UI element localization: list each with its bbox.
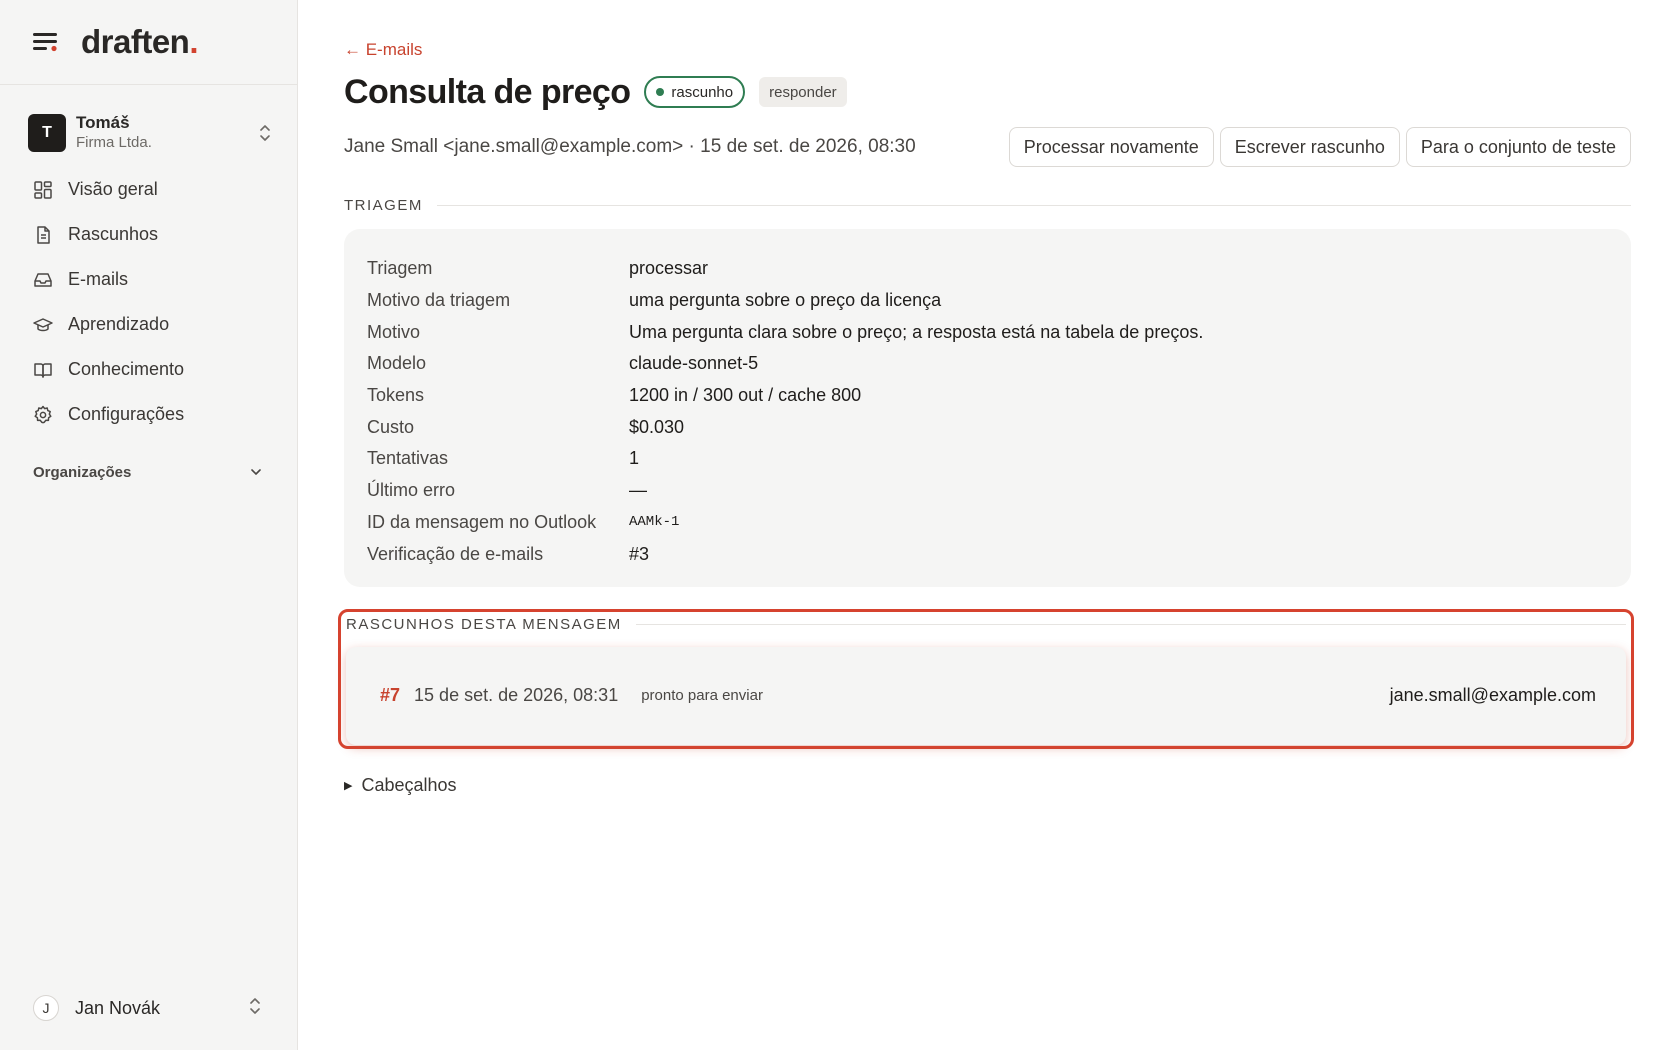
brand-logo[interactable]: draften. xyxy=(81,23,198,61)
triage-key: Custo xyxy=(367,416,415,437)
sender-meta: Jane Small <jane.small@example.com> · 15… xyxy=(344,136,916,157)
avatar: J xyxy=(33,995,59,1021)
triage-value: #3 xyxy=(629,543,650,564)
triage-section-title: TRIAGEM xyxy=(344,195,1631,215)
sidebar: draften. T Tomáš Firma Ltda. Visão geral xyxy=(0,0,298,1050)
sidebar-item-label: Aprendizado xyxy=(68,314,170,334)
sidebar-item-aprendizado[interactable]: Aprendizado xyxy=(0,302,297,347)
triage-row: Último erro — xyxy=(367,475,1608,507)
triangle-right-icon: ▶ xyxy=(344,779,353,792)
draft-row[interactable]: #7 15 de set. de 2026, 08:31 pronto para… xyxy=(346,646,1626,745)
headers-toggle[interactable]: ▶ Cabeçalhos xyxy=(344,775,1680,796)
drafts-section-label: RASCUNHOS DESTA MENSAGEM xyxy=(346,616,622,634)
draft-id-link[interactable]: #7 xyxy=(380,685,400,706)
triage-value: processar xyxy=(629,258,709,279)
triage-value: uma pergunta sobre o preço da licença xyxy=(629,290,942,311)
gear-icon xyxy=(34,405,52,423)
sidebar-item-label: E-mails xyxy=(68,269,129,289)
main-content: ← E-mails Consulta de preço rascunho res… xyxy=(298,0,1680,1050)
triage-key: ID da mensagem no Outlook xyxy=(367,511,597,532)
status-dot-icon xyxy=(656,88,665,96)
reprocess-button[interactable]: Processar novamente xyxy=(1008,127,1214,167)
org-switcher[interactable]: T Tomáš Firma Ltda. xyxy=(28,109,273,157)
sidebar-item-configuracoes[interactable]: Configurações xyxy=(0,392,297,437)
triage-key: Motivo da triagem xyxy=(367,290,511,311)
sidebar-item-visao-geral[interactable]: Visão geral xyxy=(0,167,297,212)
triage-row: ID da mensagem no Outlook AAMk-1 xyxy=(367,507,1608,539)
triage-section-label: TRIAGEM xyxy=(344,196,423,214)
triage-key: Motivo xyxy=(367,321,421,342)
organizations-label: Organizações xyxy=(33,463,132,481)
chevron-up-down-icon xyxy=(247,996,263,1021)
user-switcher[interactable]: J Jan Novák xyxy=(33,990,263,1026)
triage-card: Triagem processar Motivo da triagem uma pe… xyxy=(344,229,1631,587)
triage-value: 1200 in / 300 out / cache 800 xyxy=(629,385,862,406)
drafts-section: RASCUNHOS DESTA MENSAGEM #7 15 de set. d… xyxy=(338,608,1634,749)
test-set-button[interactable]: Para o conjunto de teste xyxy=(1405,127,1631,167)
user-name: Jan Novák xyxy=(75,997,161,1018)
drafts-section-title: RASCUNHOS DESTA MENSAGEM xyxy=(346,615,1626,635)
triage-value: AAMk-1 xyxy=(629,514,680,531)
sidebar-item-label: Visão geral xyxy=(68,179,158,199)
draft-status: pronto para enviar xyxy=(641,687,763,705)
book-icon xyxy=(34,362,52,378)
sidebar-item-label: Configurações xyxy=(68,404,185,424)
status-badge: rascunho xyxy=(644,76,746,108)
write-draft-button[interactable]: Escrever rascunho xyxy=(1219,127,1400,167)
triage-key: Triagem xyxy=(367,258,433,279)
triage-key: Último erro xyxy=(367,480,456,501)
triage-value: $0.030 xyxy=(629,416,685,437)
sidebar-item-rascunhos[interactable]: Rascunhos xyxy=(0,212,297,257)
title-row: Consulta de preço rascunho responder xyxy=(344,72,1680,112)
brand-name: draften xyxy=(81,23,190,60)
page-title: Consulta de preço xyxy=(344,72,631,111)
app-root: draften. T Tomáš Firma Ltda. Visão geral xyxy=(0,0,1680,1050)
brand-dot: . xyxy=(189,23,199,60)
triage-value: 1 xyxy=(629,448,640,469)
grid-icon xyxy=(34,180,52,199)
status-badge-label: rascunho xyxy=(671,83,734,101)
triage-key: Tentativas xyxy=(367,448,449,469)
headers-label: Cabeçalhos xyxy=(361,774,457,795)
triage-row: Custo $0.030 xyxy=(367,411,1608,443)
menu-icon[interactable] xyxy=(33,31,59,53)
type-badge: responder xyxy=(759,77,847,107)
triage-value: claude-sonnet-5 xyxy=(629,353,759,374)
document-icon xyxy=(37,225,50,244)
triage-key: Tokens xyxy=(367,385,425,406)
meta-row: Jane Small <jane.small@example.com> · 15… xyxy=(344,126,1631,168)
section-divider xyxy=(436,204,1631,206)
triage-value: — xyxy=(629,480,647,501)
sidebar-item-emails[interactable]: E-mails xyxy=(0,257,297,302)
triage-key: Verificação de e-mails xyxy=(367,543,544,564)
triage-row: Triagem processar xyxy=(367,253,1608,285)
triage-row: Tentativas 1 xyxy=(367,443,1608,475)
draft-date: 15 de set. de 2026, 08:31 xyxy=(414,685,619,706)
triage-row: Motivo Uma pergunta clara sobre o preço; … xyxy=(367,316,1608,348)
org-info: Tomáš Firma Ltda. xyxy=(76,113,257,153)
triage-row: Verificação de e-mails #3 xyxy=(367,538,1608,570)
sidebar-item-label: Rascunhos xyxy=(68,224,159,244)
triage-value: Uma pergunta clara sobre o preço; a resp… xyxy=(629,321,1204,342)
triage-row: Motivo da triagem uma pergunta sobre o pr… xyxy=(367,285,1608,317)
sidebar-item-label: Conhecimento xyxy=(68,359,185,379)
sidebar-nav: Visão geral Rascunhos E-mails Aprendizad… xyxy=(0,167,297,437)
sidebar-item-conhecimento[interactable]: Conhecimento xyxy=(0,347,297,392)
chevron-up-down-icon xyxy=(257,123,273,143)
triage-row: Tokens 1200 in / 300 out / cache 800 xyxy=(367,380,1608,412)
org-avatar: T xyxy=(28,114,66,152)
brand-header: draften. xyxy=(0,0,297,85)
org-subtitle: Firma Ltda. xyxy=(76,134,152,151)
back-link[interactable]: ← E-mails xyxy=(344,40,422,60)
organizations-toggle[interactable]: Organizações xyxy=(33,459,263,485)
triage-key: Modelo xyxy=(367,353,427,374)
draft-recipient: jane.small@example.com xyxy=(1389,685,1596,706)
chevron-down-icon xyxy=(251,469,261,475)
section-divider xyxy=(635,624,1626,626)
org-name: Tomáš xyxy=(76,113,130,132)
triage-row: Modelo claude-sonnet-5 xyxy=(367,348,1608,380)
inbox-icon xyxy=(34,272,52,287)
graduation-cap-icon xyxy=(33,317,53,331)
